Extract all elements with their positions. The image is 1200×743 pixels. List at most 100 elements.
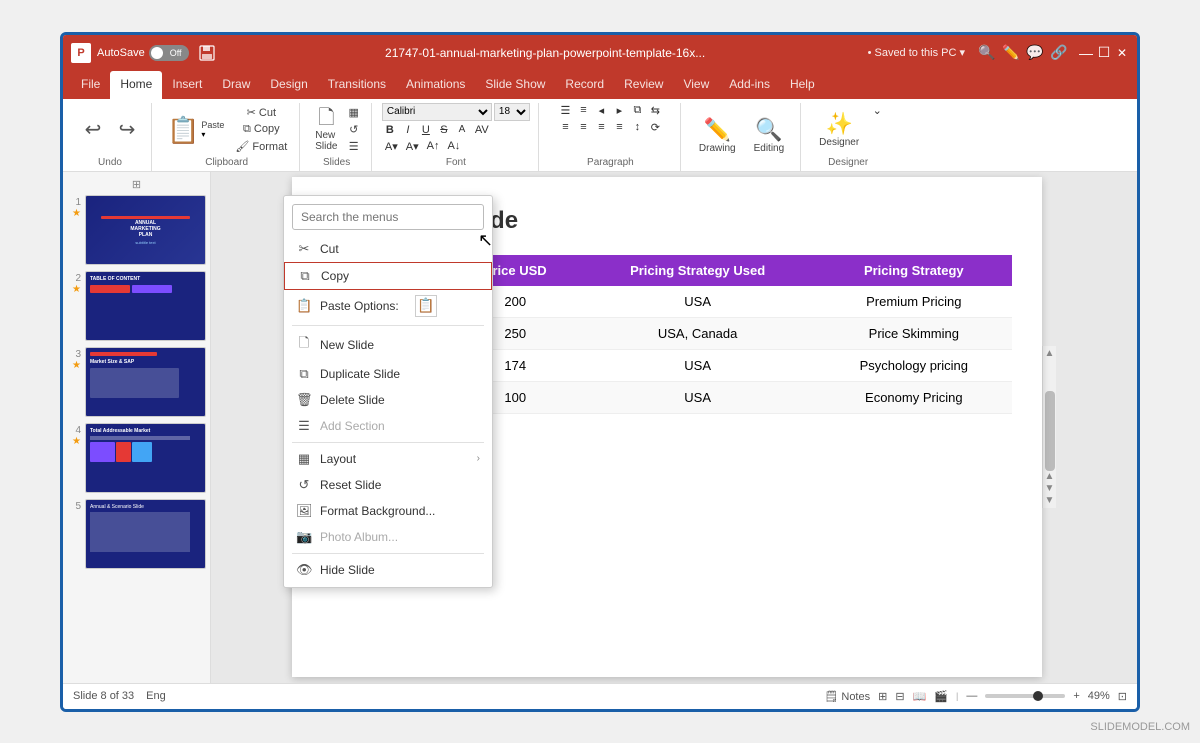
italic-button[interactable]: I: [400, 123, 416, 137]
redo-button[interactable]: ↪: [111, 117, 143, 143]
slide-thumb-5[interactable]: 5 ★ Annual & Scenario Slide: [67, 499, 206, 569]
search-button[interactable]: 🔍: [975, 41, 999, 65]
notes-btn[interactable]: 🗒 Notes: [824, 690, 870, 703]
scroll-up-btn[interactable]: ▲: [1043, 346, 1057, 361]
align-center-button[interactable]: ≡: [575, 120, 591, 134]
ribbon-group-paragraph: ☰ ≡ ◂ ▸ ⧉ ⇆ ≡ ≡ ≡ ≡ ↕ ⟳: [541, 103, 681, 171]
save-icon[interactable]: [197, 43, 217, 63]
tab-file[interactable]: File: [71, 71, 110, 99]
copy-button[interactable]: ⧉ Copy: [231, 122, 291, 137]
tab-design[interactable]: Design: [260, 71, 317, 99]
smart-art-button[interactable]: ⟳: [647, 120, 663, 135]
fit-slide-btn[interactable]: ⊡: [1118, 690, 1127, 703]
maximize-button[interactable]: ☐: [1097, 46, 1111, 60]
ribbon-options-button[interactable]: 🔗: [1047, 41, 1071, 65]
ribbon-expand-button[interactable]: ⌄: [869, 103, 885, 118]
scrollbar-thumb[interactable]: [1045, 391, 1055, 471]
tab-help[interactable]: Help: [780, 71, 825, 99]
menu-search-input[interactable]: [292, 204, 484, 230]
bullets-button[interactable]: ☰: [557, 103, 573, 118]
tab-addins[interactable]: Add-ins: [719, 71, 780, 99]
menu-item-copy[interactable]: ⧉ Copy: [284, 262, 492, 290]
tab-transitions[interactable]: Transitions: [318, 71, 396, 99]
section-button[interactable]: ☰: [345, 139, 363, 154]
text-dir-button[interactable]: ⇆: [647, 103, 663, 118]
menu-item-layout[interactable]: ▦ Layout ›: [284, 446, 492, 472]
slide-thumb-3[interactable]: 3 ★ Market Size & SAP: [67, 347, 206, 417]
font-shadow-button[interactable]: A: [454, 123, 470, 136]
menu-item-delete[interactable]: 🗑 Delete Slide: [284, 387, 492, 413]
font-size-increase[interactable]: A↑: [424, 139, 443, 153]
menu-item-new-slide[interactable]: 🗋 New Slide: [284, 329, 492, 361]
font-size-decrease[interactable]: A↓: [444, 139, 463, 153]
underline-button[interactable]: U: [418, 123, 434, 137]
tab-view[interactable]: View: [673, 71, 719, 99]
autosave-toggle[interactable]: Off: [149, 45, 189, 61]
highlight-button[interactable]: A▾: [403, 139, 422, 154]
menu-item-format-bg[interactable]: 🖼 Format Background...: [284, 498, 492, 524]
char-spacing-button[interactable]: AV: [472, 123, 492, 137]
designer-button[interactable]: ✨ Designer: [811, 108, 867, 151]
scroll-down-small[interactable]: ▼: [1045, 483, 1055, 494]
zoom-in-btn[interactable]: +: [1073, 690, 1079, 702]
tab-home[interactable]: Home: [110, 71, 162, 99]
drawing-button[interactable]: ✏️ Drawing: [691, 114, 744, 157]
reading-view-btn[interactable]: 📖: [913, 690, 927, 703]
zoom-thumb[interactable]: [1033, 691, 1043, 701]
decrease-indent-button[interactable]: ◂: [593, 103, 609, 118]
menu-item-paste[interactable]: 📋 Paste Options: 📋: [284, 290, 492, 322]
line-spacing-button[interactable]: ↕: [629, 120, 645, 134]
slide-thumb-4[interactable]: 4 ★ Total Addressable Market: [67, 423, 206, 493]
presenter-view-btn[interactable]: 🎬: [934, 690, 948, 703]
font-size-select[interactable]: 18: [494, 103, 530, 121]
align-left-button[interactable]: ≡: [557, 120, 573, 134]
menu-item-duplicate[interactable]: ⧉ Duplicate Slide: [284, 361, 492, 387]
zoom-out-btn[interactable]: —: [966, 690, 977, 702]
font-family-select[interactable]: Calibri: [382, 103, 492, 121]
format-painter-button[interactable]: 🖌 Format: [231, 139, 291, 154]
new-slide-button[interactable]: 🗋 NewSlide: [310, 105, 342, 155]
close-button[interactable]: ✕: [1115, 46, 1129, 60]
layout-button[interactable]: ▦: [345, 105, 363, 120]
menu-item-cut[interactable]: ✂ Cut: [284, 236, 492, 262]
slide-img-3[interactable]: Market Size & SAP: [85, 347, 206, 417]
reset-button[interactable]: ↺: [345, 122, 363, 137]
strikethrough-button[interactable]: S: [436, 123, 452, 137]
scroll-down-btn[interactable]: ▼: [1045, 495, 1055, 506]
tab-record[interactable]: Record: [555, 71, 614, 99]
undo-button[interactable]: ↩: [77, 117, 109, 143]
menu-item-reset[interactable]: ↺ Reset Slide: [284, 472, 492, 498]
align-right-button[interactable]: ≡: [593, 120, 609, 134]
increase-indent-button[interactable]: ▸: [611, 103, 627, 118]
slide-img-4[interactable]: Total Addressable Market: [85, 423, 206, 493]
justify-button[interactable]: ≡: [611, 120, 627, 134]
tab-animations[interactable]: Animations: [396, 71, 475, 99]
scroll-up-small[interactable]: ▲: [1045, 471, 1055, 482]
tab-draw[interactable]: Draw: [212, 71, 260, 99]
slide-sorter-btn[interactable]: ⊟: [895, 690, 904, 703]
tab-review[interactable]: Review: [614, 71, 673, 99]
slide-thumb-2[interactable]: 2 ★ TABLE OF CONTENT: [67, 271, 206, 341]
font-color-button[interactable]: A▾: [382, 139, 401, 154]
zoom-slider[interactable]: [985, 694, 1065, 698]
tab-slideshow[interactable]: Slide Show: [475, 71, 555, 99]
minimize-button[interactable]: —: [1079, 46, 1093, 60]
menu-item-hide-slide[interactable]: 👁 Hide Slide: [284, 557, 492, 583]
numbering-button[interactable]: ≡: [575, 103, 591, 117]
tab-insert[interactable]: Insert: [162, 71, 212, 99]
slide-img-1[interactable]: ANNUALMARKETINGPLAN subtitle text: [85, 195, 206, 265]
col-button[interactable]: ⧉: [629, 103, 645, 118]
slide-img-5[interactable]: Annual & Scenario Slide: [85, 499, 206, 569]
cut-button[interactable]: ✂ Cut: [231, 105, 291, 120]
comments-button[interactable]: 💬: [1023, 41, 1047, 65]
slide-thumb-1[interactable]: 1 ★ ANNUALMARKETINGPLAN subtitle text: [67, 195, 206, 265]
slide-img-2[interactable]: TABLE OF CONTENT: [85, 271, 206, 341]
bold-button[interactable]: B: [382, 123, 398, 137]
vertical-scrollbar[interactable]: ▲ ▲ ▼ ▼: [1042, 346, 1056, 508]
normal-view-btn[interactable]: ⊞: [878, 690, 887, 703]
paste-dropdown[interactable]: ▾: [201, 130, 224, 139]
share-button[interactable]: ✏️: [999, 41, 1023, 65]
copy-menu-icon: ⧉: [297, 268, 313, 284]
editing-button[interactable]: 🔍 Editing: [746, 114, 793, 157]
paste-button[interactable]: 📋 Paste ▾: [162, 114, 229, 146]
